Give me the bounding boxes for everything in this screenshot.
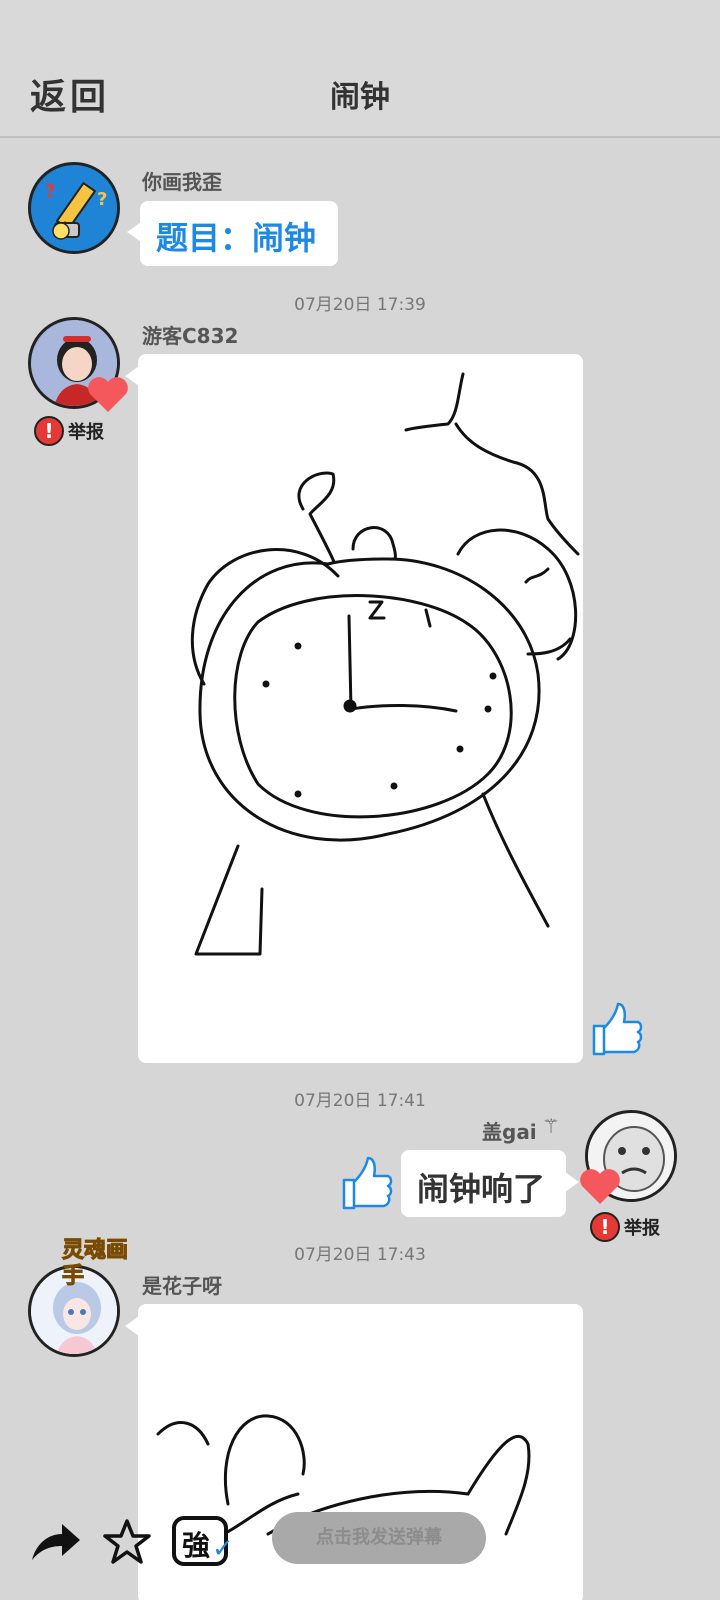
bubble-tail: [125, 1316, 139, 1336]
username: 你画我歪: [142, 170, 222, 194]
username: 盖gai: [482, 1120, 537, 1144]
drawing-canvas[interactable]: [138, 354, 583, 1063]
alert-icon: !: [34, 416, 64, 446]
text-bubble: 闹钟响了: [401, 1150, 566, 1217]
report-label: 举报: [68, 422, 104, 443]
topic-bubble: 题目：闹钟: [140, 201, 338, 266]
bubble-tail: [125, 366, 139, 386]
check-icon: ✓: [212, 1534, 234, 1564]
top-bar: 返回 闹钟: [0, 0, 720, 138]
timestamp: 07月20日 17:41: [294, 1091, 426, 1111]
alarm-clock-drawing: [190, 372, 580, 956]
topic-text: 题目：闹钟: [156, 219, 317, 257]
bubble-tail: [565, 1172, 579, 1192]
page-title: 闹钟: [330, 80, 390, 115]
share-icon[interactable]: [28, 1520, 82, 1564]
badge-text: 灵魂画手: [62, 1238, 129, 1290]
sword-icon: ⚚: [542, 1114, 560, 1138]
system-avatar[interactable]: ? ?: [28, 162, 120, 254]
heart-icon[interactable]: [578, 1166, 622, 1206]
report-label: 举报: [624, 1218, 660, 1239]
pencil-icon: ? ?: [31, 165, 117, 251]
message-text: 闹钟响了: [417, 1170, 546, 1208]
svg-text:?: ?: [45, 181, 55, 202]
strong-toggle[interactable]: 強 ✓: [172, 1516, 234, 1566]
username: 是花子呀: [142, 1274, 222, 1298]
username: 游客C832: [142, 324, 239, 348]
heart-icon[interactable]: [86, 374, 130, 414]
report-button[interactable]: ! 举报: [34, 416, 104, 446]
alert-icon: !: [590, 1212, 620, 1242]
strong-label: 強: [182, 1529, 211, 1562]
bubble-tail: [127, 222, 141, 242]
star-icon[interactable]: [102, 1518, 152, 1566]
bottom-action-bar: 強 ✓ 点击我发送弹幕: [0, 1470, 720, 1600]
thumbs-up-icon[interactable]: [338, 1154, 394, 1212]
report-button[interactable]: ! 举报: [590, 1212, 660, 1242]
danmaku-input[interactable]: 点击我发送弹幕: [272, 1512, 486, 1564]
svg-text:?: ?: [97, 189, 107, 210]
timestamp: 07月20日 17:39: [294, 295, 426, 315]
thumbs-up-icon[interactable]: [588, 1000, 644, 1058]
